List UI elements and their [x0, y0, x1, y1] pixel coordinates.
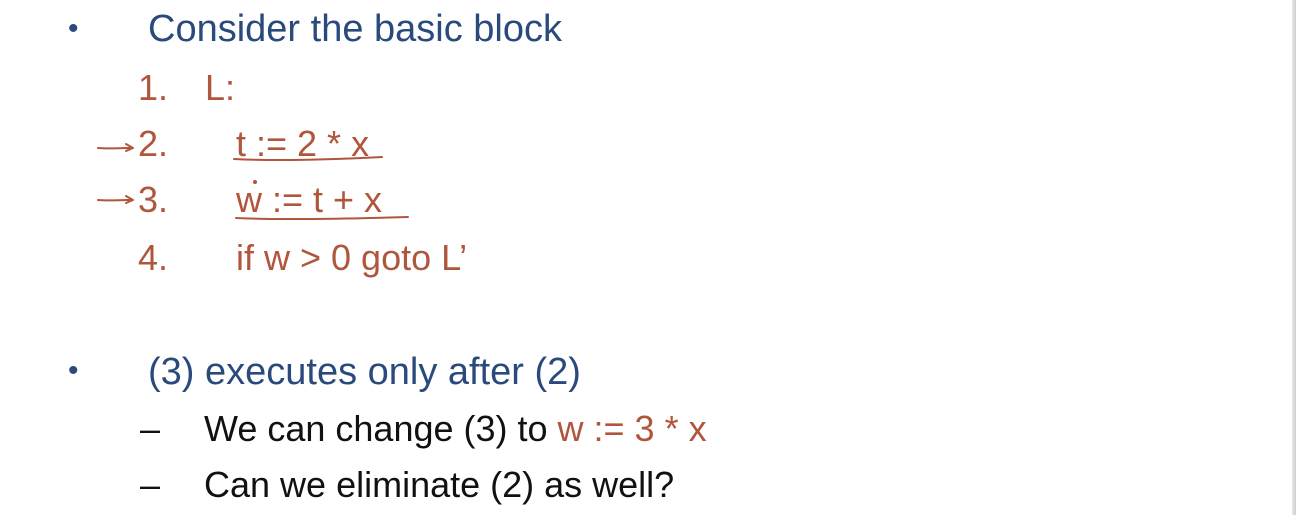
bullet-executes-only-after: (3) executes only after (2)	[148, 351, 581, 393]
hand-drawn-arrow-icon	[97, 143, 134, 152]
code-line-number-1: 1.	[138, 67, 169, 108]
slide-right-edge	[1292, 0, 1296, 515]
code-line-1: L:	[205, 67, 236, 108]
sub-bullet-code: w := 3 * x	[557, 408, 707, 449]
sub-bullet-text: We can change (3) to	[204, 408, 558, 449]
bullet-marker: •	[68, 12, 79, 45]
hand-drawn-dot	[253, 180, 257, 184]
hand-drawn-underline	[235, 216, 409, 221]
sub-bullet-change-3: We can change (3) to w := 3 * x	[204, 411, 707, 447]
lecture-slide: • Consider the basic block 1. L: 2. t :=…	[0, 0, 1296, 515]
bullet-consider-basic-block: Consider the basic block	[148, 8, 562, 50]
code-line-number-4: 4.	[138, 237, 169, 278]
sub-bullet-marker: –	[140, 464, 161, 505]
bullet-marker: •	[68, 354, 79, 387]
hand-drawn-underline	[233, 156, 383, 162]
hand-drawn-arrow-icon	[97, 195, 134, 204]
sub-bullet-marker: –	[140, 408, 161, 449]
sub-bullet-eliminate-2: Can we eliminate (2) as well?	[204, 464, 675, 505]
code-line-4: if w > 0 goto L’	[236, 237, 468, 278]
